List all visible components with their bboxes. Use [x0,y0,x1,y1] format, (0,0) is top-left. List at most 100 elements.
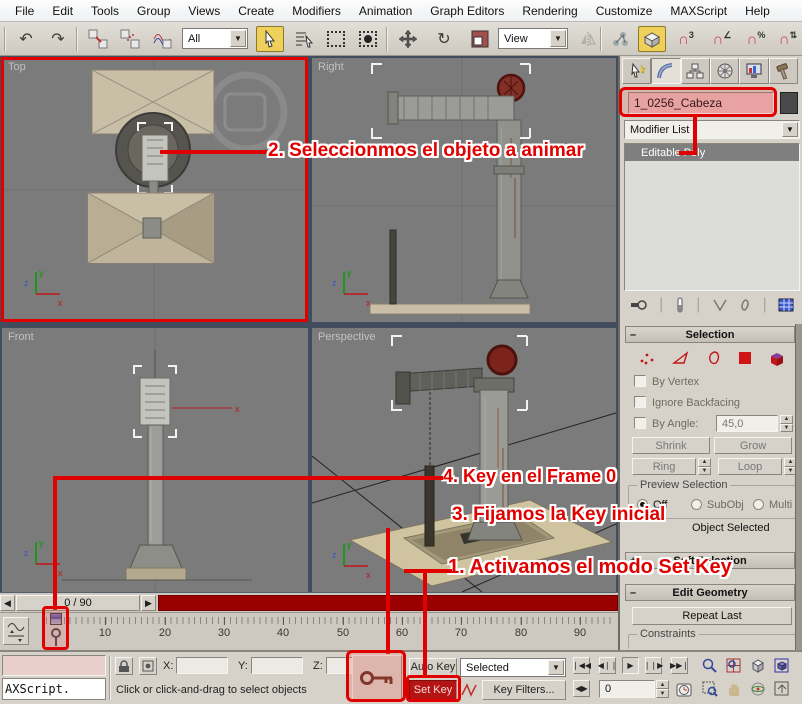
maxscript-mini-listener[interactable]: AXScript. [2,678,106,700]
zoom-all-icon[interactable] [724,656,743,675]
vertex-mode-icon[interactable] [638,350,656,366]
chevron-down-icon[interactable]: ▼ [782,122,798,137]
time-configuration-icon[interactable] [674,679,693,698]
redo-icon[interactable]: ↷ [44,26,72,52]
frame-spinner[interactable]: ▲▼ [656,680,669,698]
menu-item-group[interactable]: Group [128,4,179,18]
select-object-icon[interactable] [256,26,284,52]
window-crossing-icon[interactable] [354,26,382,52]
undo-icon[interactable]: ↶ [12,26,40,52]
y-coord-field[interactable] [251,657,303,674]
lock-selection-icon[interactable] [115,657,133,675]
chevron-down-icon[interactable]: ▼ [548,660,564,675]
tab-utilities-icon[interactable] [769,58,798,84]
viewport-right[interactable]: Right y [312,58,616,322]
preview-subobj-radio[interactable] [691,499,702,510]
region-zoom-icon[interactable] [700,679,719,698]
selection-rollout-header[interactable]: – Selection [625,326,795,343]
viewport-front[interactable]: Front x y x z [2,328,308,592]
by-angle-checkbox[interactable] [634,417,646,429]
zoom-icon[interactable] [700,656,719,675]
next-frame-icon[interactable]: ❘❘▶ [645,657,662,674]
panel-scrollbar[interactable] [795,324,802,650]
chevron-down-icon[interactable]: ▼ [550,30,566,47]
set-key-button[interactable]: Set Key [409,680,457,700]
grow-button[interactable]: Grow [714,437,792,454]
ring-spinner[interactable]: ▲▼ [698,458,711,475]
pin-stack-icon[interactable] [630,298,648,312]
select-and-rotate-icon[interactable]: ↻ [430,26,458,52]
menu-item-modifiers[interactable]: Modifiers [283,4,350,18]
select-and-scale-icon[interactable] [466,26,494,52]
unlink-icon[interactable] [116,26,144,52]
maximize-viewport-toggle-icon[interactable] [772,679,791,698]
select-and-move-icon[interactable] [394,26,422,52]
menu-item-maxscript[interactable]: MAXScript [661,4,736,18]
border-mode-icon[interactable] [706,350,722,366]
make-unique-icon[interactable] [712,298,728,312]
menu-item-animation[interactable]: Animation [350,4,421,18]
track-bar-ruler[interactable]: 10 20 30 40 50 60 70 80 90 [32,615,614,649]
ignore-backfacing-checkbox[interactable] [634,396,646,408]
select-and-manipulate-icon[interactable] [606,26,634,52]
rectangular-selection-region-icon[interactable] [322,26,350,52]
menu-item-create[interactable]: Create [229,4,283,18]
spinner-snap-icon[interactable]: ∩⇅ [774,26,802,52]
modifier-list-dropdown[interactable]: Modifier List ▼ [624,120,800,139]
absolute-offset-toggle-icon[interactable] [139,657,157,675]
percent-snap-icon[interactable]: ∩% [742,26,770,52]
snaps-toggle-icon[interactable] [638,26,666,52]
element-mode-icon[interactable] [768,350,788,367]
time-slider-thumb[interactable]: 0 / 90 [16,595,140,611]
tab-display-icon[interactable] [739,58,768,84]
arc-rotate-icon[interactable] [748,679,767,698]
selection-filter-dropdown[interactable]: All ▼ [182,28,248,49]
pan-hand-icon[interactable] [724,679,743,698]
tab-create-icon[interactable] [622,58,651,84]
menu-item-help[interactable]: Help [736,4,779,18]
go-to-end-icon[interactable]: ▶▶❘ [671,657,688,674]
zoom-extents-icon[interactable] [748,656,767,675]
menu-item-views[interactable]: Views [179,4,229,18]
menu-item-rendering[interactable]: Rendering [513,4,586,18]
show-end-result-icon[interactable] [675,297,685,313]
edit-geometry-rollout-header[interactable]: – Edit Geometry [625,584,795,601]
configure-modifier-sets-icon[interactable] [778,298,794,312]
loop-button[interactable]: Loop [718,458,782,475]
by-angle-spinner[interactable]: ▲▼ [780,415,793,432]
shrink-button[interactable]: Shrink [632,437,710,454]
preview-off-radio[interactable] [637,499,648,510]
modifier-stack-item[interactable]: Editable Poly [625,144,799,161]
frame0-slider-marker[interactable] [50,613,62,625]
reference-coordinate-dropdown[interactable]: View ▼ [498,28,568,49]
time-slider-next-arrow[interactable]: ▶ [141,595,156,611]
default-in-out-tangents-icon[interactable] [459,680,478,699]
current-frame-field[interactable]: 0 [599,680,655,698]
go-to-start-icon[interactable]: ❘◀◀ [573,657,590,674]
remove-modifier-icon[interactable] [739,298,751,312]
edge-mode-icon[interactable] [671,350,691,366]
chevron-down-icon[interactable]: ▼ [230,30,246,47]
track-bar[interactable]: 10 20 30 40 50 60 70 80 90 [0,612,618,650]
bind-to-space-warp-icon[interactable] [148,26,176,52]
play-animation-icon[interactable]: ▶ [622,657,639,674]
object-name-field[interactable]: 1_0256_Cabeza [628,92,774,114]
modifier-stack[interactable]: Editable Poly [624,143,800,291]
key-selection-filter-dropdown[interactable]: Selected ▼ [460,658,566,677]
polygon-mode-icon[interactable] [737,350,753,366]
auto-key-button[interactable]: Auto Key [409,658,457,676]
viewport-top[interactable]: Top [2,58,308,322]
menu-item-customize[interactable]: Customize [587,4,662,18]
x-coord-field[interactable] [176,657,228,674]
soft-selection-rollout-header[interactable]: + Soft Selection [625,552,795,569]
mini-curve-editor-icon[interactable] [3,617,29,645]
ring-button[interactable]: Ring [632,458,696,475]
select-and-link-icon[interactable] [84,26,112,52]
previous-frame-icon[interactable]: ◀❘❘ [599,657,616,674]
viewport-perspective[interactable]: Perspective [312,328,616,592]
menu-item-tools[interactable]: Tools [82,4,128,18]
set-key-mode-red-track[interactable] [158,595,618,611]
by-angle-value-field[interactable]: 45,0 [716,415,778,432]
tab-modify-icon[interactable] [651,58,680,84]
menu-item-file[interactable]: File [6,4,43,18]
